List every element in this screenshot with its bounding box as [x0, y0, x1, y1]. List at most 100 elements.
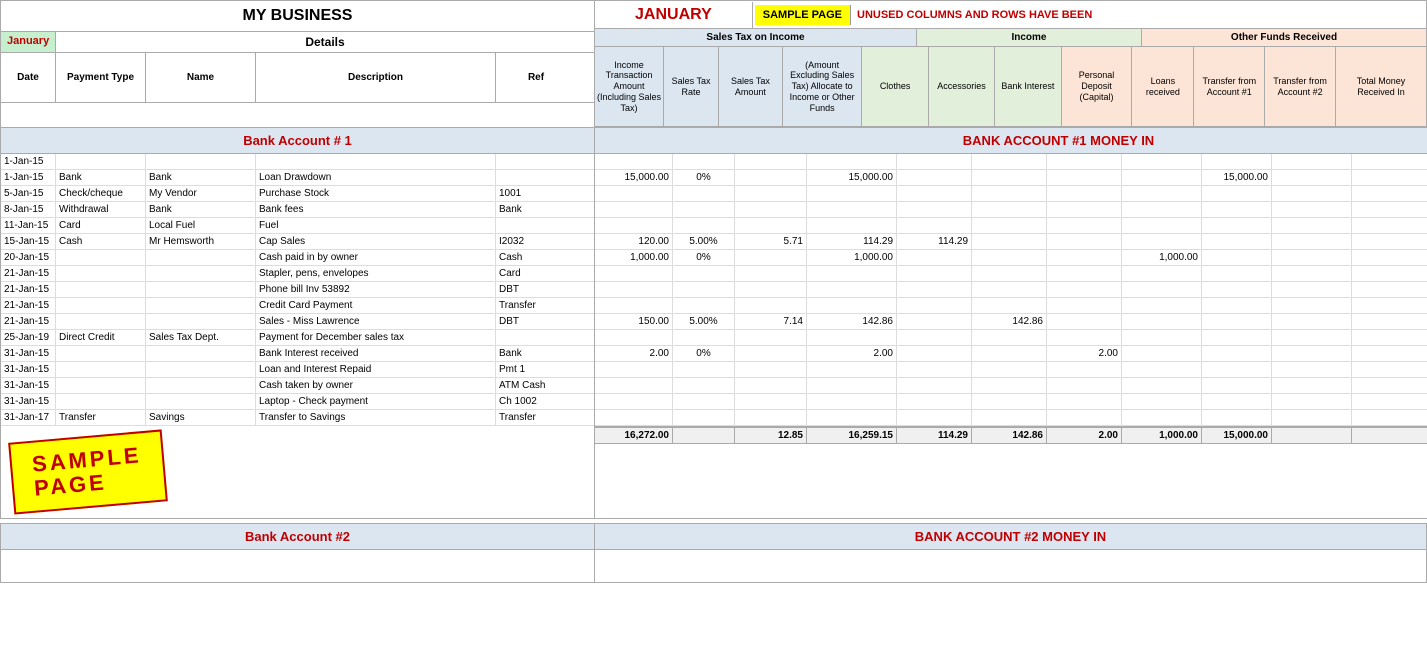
table-cell [807, 218, 897, 233]
table-cell: 25-Jan-19 [1, 330, 56, 345]
table-cell [56, 250, 146, 265]
table-row: 11-Jan-15CardLocal FuelFuel [1, 218, 594, 234]
table-cell [1047, 234, 1122, 249]
table-cell [1272, 394, 1352, 409]
table-cell [1122, 394, 1202, 409]
totals-cell: 12.85 [735, 428, 807, 443]
table-cell [1352, 266, 1427, 281]
table-cell [146, 314, 256, 329]
table-cell [897, 346, 972, 361]
table-cell: 142.86 [807, 314, 897, 329]
table-cell [972, 330, 1047, 345]
bank-account-2-right: BANK ACCOUNT #2 MONEY IN [595, 523, 1427, 583]
table-cell [1047, 298, 1122, 313]
table-cell [1352, 314, 1427, 329]
table-cell [1047, 186, 1122, 201]
totals-cell [1272, 428, 1352, 443]
sample-watermark: SAMPLEPAGE [8, 429, 167, 514]
totals-cell: 1,000.00 [1122, 428, 1202, 443]
table-cell [807, 362, 897, 377]
table-cell [1352, 170, 1427, 185]
table-row: 31-Jan-15Loan and Interest RepaidPmt 1 [1, 362, 594, 378]
table-cell [735, 266, 807, 281]
table-cell: 11-Jan-15 [1, 218, 56, 233]
table-cell [673, 154, 735, 169]
sample-watermark-text: SAMPLEPAGE [31, 443, 144, 501]
table-cell [595, 186, 673, 201]
table-cell [496, 154, 576, 169]
sample-watermark-container: SAMPLEPAGE [1, 426, 594, 518]
table-cell [1202, 346, 1272, 361]
table-cell [735, 346, 807, 361]
table-cell: 2.00 [807, 346, 897, 361]
table-cell [735, 362, 807, 377]
table-cell: Fuel [256, 218, 496, 233]
table-cell [673, 362, 735, 377]
table-cell [1272, 362, 1352, 377]
bank-account-2-section: Bank Account #2 BANK ACCOUNT #2 MONEY IN [0, 523, 1427, 583]
table-cell: 15,000.00 [807, 170, 897, 185]
table-row: 2.000%2.002.002.00 [595, 346, 1427, 362]
table-cell: Direct Credit [56, 330, 146, 345]
table-row [595, 362, 1427, 378]
col-trans2: Transfer from Account #2 [1265, 47, 1336, 126]
col-sales-rate: Sales Tax Rate [664, 47, 719, 126]
table-row: 1-Jan-15BankBankLoan Drawdown [1, 170, 594, 186]
table-cell [146, 378, 256, 393]
table-cell: 5.71 [735, 234, 807, 249]
table-cell: 114.29 [897, 234, 972, 249]
table-cell [595, 298, 673, 313]
bank-account-1-left-title: Bank Account # 1 [1, 128, 594, 154]
table-cell [673, 218, 735, 233]
table-cell: 5-Jan-15 [1, 186, 56, 201]
table-cell [1352, 298, 1427, 313]
table-cell: Cash taken by owner [256, 378, 496, 393]
table-cell [972, 202, 1047, 217]
table-cell: 5.00% [673, 234, 735, 249]
table-cell: Mr Hemsworth [146, 234, 256, 249]
table-cell [1122, 282, 1202, 297]
table-cell [673, 330, 735, 345]
bank-account-2-right-title: BANK ACCOUNT #2 MONEY IN [595, 524, 1426, 550]
table-cell: 2.00 [595, 346, 673, 361]
table-cell [897, 218, 972, 233]
table-cell [897, 186, 972, 201]
table-row: 31-Jan-15Laptop - Check paymentCh 1002 [1, 394, 594, 410]
table-cell [735, 298, 807, 313]
table-cell: Withdrawal [56, 202, 146, 217]
col-clothes: Clothes [862, 47, 928, 126]
table-cell: 21-Jan-15 [1, 314, 56, 329]
table-row: 150.005.00%7.14142.86142.86150.00 [595, 314, 1427, 330]
table-cell [1352, 378, 1427, 393]
table-cell [1122, 330, 1202, 345]
table-cell [673, 282, 735, 297]
table-cell [735, 378, 807, 393]
table-cell: 31-Jan-17 [1, 410, 56, 425]
bank-account-2-left: Bank Account #2 [0, 523, 595, 583]
table-row [595, 330, 1427, 346]
business-title: MY BUSINESS [1, 1, 594, 32]
sample-page-badge: SAMPLE PAGE [755, 5, 851, 25]
table-cell [807, 266, 897, 281]
table-cell [1202, 362, 1272, 377]
table-cell [807, 154, 897, 169]
table-cell: 150.00 [595, 314, 673, 329]
table-row: 31-Jan-15Cash taken by ownerATM Cash [1, 378, 594, 394]
table-row: 31-Jan-15Bank Interest receivedBank [1, 346, 594, 362]
table-cell: 1,000.00 [1122, 250, 1202, 265]
table-cell: Cash [56, 234, 146, 249]
table-cell [807, 186, 897, 201]
table-cell [1352, 154, 1427, 169]
table-cell [972, 250, 1047, 265]
table-row [595, 202, 1427, 218]
table-cell [1047, 362, 1122, 377]
table-cell: DBT [496, 314, 576, 329]
unused-cols-text: UNUSED COLUMNS AND ROWS HAVE BEEN [853, 5, 1096, 25]
table-cell [595, 154, 673, 169]
table-cell [1122, 410, 1202, 425]
table-cell: 15,000.00 [595, 170, 673, 185]
table-cell: 1-Jan-15 [1, 154, 56, 169]
table-cell [1272, 330, 1352, 345]
table-row: 21-Jan-15Sales - Miss LawrenceDBT [1, 314, 594, 330]
table-cell [972, 282, 1047, 297]
